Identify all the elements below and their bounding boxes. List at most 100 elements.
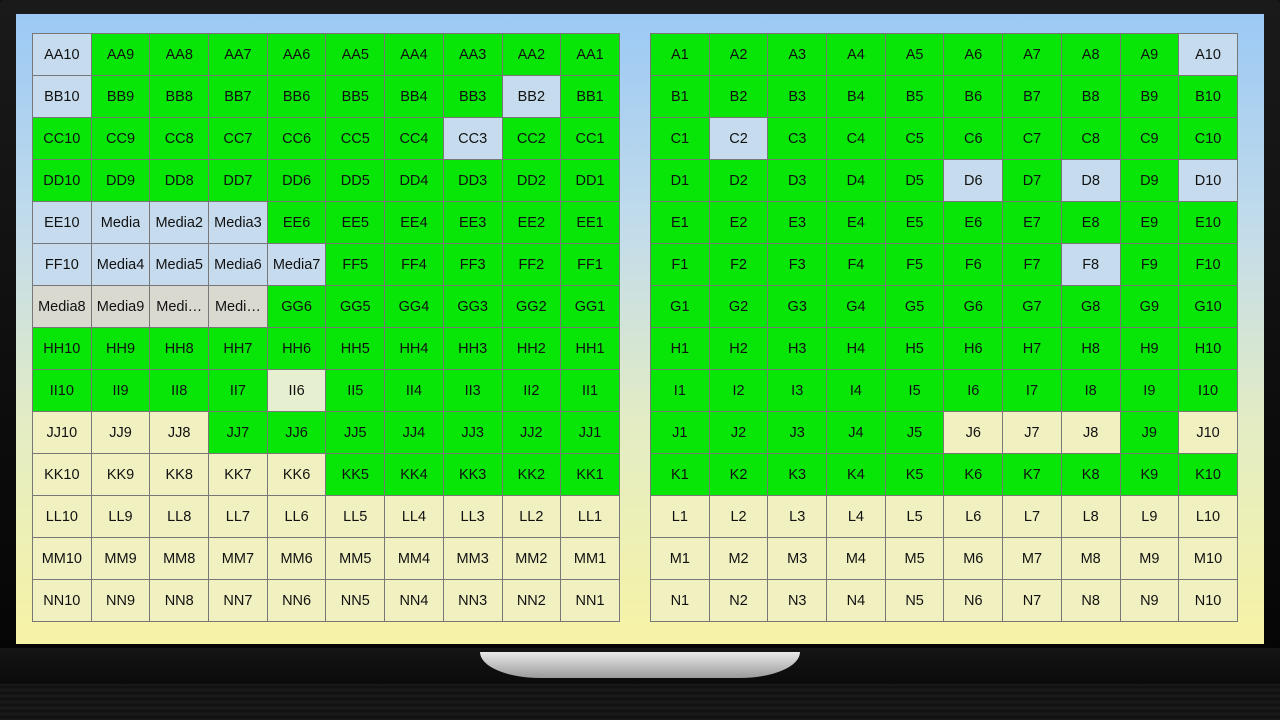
seat-cell[interactable]: M9 [1120, 538, 1180, 580]
seat-cell[interactable]: LL5 [326, 496, 386, 538]
seat-cell[interactable]: HH1 [561, 328, 620, 370]
seat-cell[interactable]: HH10 [33, 328, 92, 370]
seat-cell[interactable]: NN10 [33, 580, 92, 622]
seat-cell[interactable]: JJ3 [443, 412, 503, 454]
seat-cell[interactable]: MM6 [267, 538, 327, 580]
seat-cell[interactable]: LL6 [267, 496, 327, 538]
seat-cell[interactable]: CC3 [443, 118, 503, 160]
seat-cell[interactable]: KK9 [91, 454, 151, 496]
seat-cell[interactable]: E5 [885, 202, 945, 244]
seat-cell[interactable]: E1 [651, 202, 710, 244]
seat-cell[interactable]: I5 [885, 370, 945, 412]
seat-cell[interactable]: D9 [1120, 160, 1180, 202]
seat-cell[interactable]: HH3 [443, 328, 503, 370]
seat-cell[interactable]: A2 [709, 34, 769, 76]
seat-cell[interactable]: F5 [885, 244, 945, 286]
seat-cell[interactable]: K2 [709, 454, 769, 496]
seat-cell[interactable]: II1 [561, 370, 620, 412]
seat-cell[interactable]: F3 [768, 244, 828, 286]
seat-cell[interactable]: L1 [651, 496, 710, 538]
seat-cell[interactable]: B4 [827, 76, 886, 118]
seat-cell[interactable]: AA7 [209, 34, 268, 76]
seat-cell[interactable]: I1 [651, 370, 710, 412]
seat-cell[interactable]: G4 [827, 286, 886, 328]
seat-cell[interactable]: EE10 [33, 202, 92, 244]
seat-cell[interactable]: NN3 [443, 580, 503, 622]
seat-cell[interactable]: BB2 [502, 76, 562, 118]
seat-cell[interactable]: CC4 [385, 118, 444, 160]
seat-cell[interactable]: D8 [1061, 160, 1121, 202]
seat-cell[interactable]: LL9 [91, 496, 151, 538]
seat-cell[interactable]: K10 [1179, 454, 1238, 496]
seat-cell[interactable]: I6 [944, 370, 1004, 412]
seat-cell[interactable]: MM9 [91, 538, 151, 580]
seat-cell[interactable]: E6 [944, 202, 1004, 244]
seat-cell[interactable]: JJ8 [150, 412, 210, 454]
seat-cell[interactable]: LL1 [561, 496, 620, 538]
seat-cell[interactable]: DD5 [326, 160, 386, 202]
seat-cell[interactable]: HH8 [150, 328, 210, 370]
seat-cell[interactable]: I8 [1061, 370, 1121, 412]
seat-cell[interactable]: A4 [827, 34, 886, 76]
seat-cell[interactable]: J6 [944, 412, 1004, 454]
seat-cell[interactable]: F9 [1120, 244, 1180, 286]
seat-cell[interactable]: GG1 [561, 286, 620, 328]
seat-cell[interactable]: H1 [651, 328, 710, 370]
seat-cell[interactable]: MM3 [443, 538, 503, 580]
seat-cell[interactable]: A6 [944, 34, 1004, 76]
seat-cell[interactable]: EE3 [443, 202, 503, 244]
seat-cell[interactable]: II4 [385, 370, 444, 412]
seat-cell[interactable]: KK7 [209, 454, 268, 496]
seat-cell[interactable]: E10 [1179, 202, 1238, 244]
seat-cell[interactable]: C4 [827, 118, 886, 160]
seat-cell[interactable]: K6 [944, 454, 1004, 496]
seat-cell[interactable]: F6 [944, 244, 1004, 286]
seat-cell[interactable]: GG2 [502, 286, 562, 328]
seat-cell[interactable]: B2 [709, 76, 769, 118]
seat-cell[interactable]: L8 [1061, 496, 1121, 538]
seat-cell[interactable]: Media3 [209, 202, 268, 244]
seat-cell[interactable]: LL8 [150, 496, 210, 538]
seat-cell[interactable]: EE2 [502, 202, 562, 244]
seat-cell[interactable]: N4 [827, 580, 886, 622]
seat-cell[interactable]: MM7 [209, 538, 268, 580]
seat-cell[interactable]: Media7 [267, 244, 327, 286]
seat-cell[interactable]: EE6 [267, 202, 327, 244]
seat-cell[interactable]: Media9 [91, 286, 151, 328]
seat-cell[interactable]: C6 [944, 118, 1004, 160]
seat-cell[interactable]: LL7 [209, 496, 268, 538]
seat-cell[interactable]: NN8 [150, 580, 210, 622]
seat-cell[interactable]: F2 [709, 244, 769, 286]
seat-cell[interactable]: A7 [1003, 34, 1062, 76]
seat-cell[interactable]: D4 [827, 160, 886, 202]
seat-cell[interactable]: E3 [768, 202, 828, 244]
seat-cell[interactable]: CC9 [91, 118, 151, 160]
seat-cell[interactable]: J3 [768, 412, 828, 454]
seat-cell[interactable]: FF5 [326, 244, 386, 286]
seat-cell[interactable]: BB6 [267, 76, 327, 118]
seat-cell[interactable]: C7 [1003, 118, 1062, 160]
seat-cell[interactable]: D3 [768, 160, 828, 202]
seat-cell[interactable]: I9 [1120, 370, 1180, 412]
seat-cell[interactable]: H5 [885, 328, 945, 370]
seat-cell[interactable]: KK8 [150, 454, 210, 496]
seat-cell[interactable]: C3 [768, 118, 828, 160]
seat-cell[interactable]: MM4 [385, 538, 444, 580]
seat-cell[interactable]: B6 [944, 76, 1004, 118]
seat-cell[interactable]: DD9 [91, 160, 151, 202]
seat-cell[interactable]: LL2 [502, 496, 562, 538]
seat-cell[interactable]: JJ9 [91, 412, 151, 454]
seat-cell[interactable]: E9 [1120, 202, 1180, 244]
seat-cell[interactable]: DD4 [385, 160, 444, 202]
seat-cell[interactable]: Medi… [150, 286, 210, 328]
seat-cell[interactable]: HH9 [91, 328, 151, 370]
seat-cell[interactable]: C5 [885, 118, 945, 160]
seat-cell[interactable]: I10 [1179, 370, 1238, 412]
seat-cell[interactable]: HH4 [385, 328, 444, 370]
seat-cell[interactable]: AA9 [91, 34, 151, 76]
seat-cell[interactable]: G3 [768, 286, 828, 328]
seat-cell[interactable]: JJ4 [385, 412, 444, 454]
seat-cell[interactable]: HH6 [267, 328, 327, 370]
seat-cell[interactable]: II10 [33, 370, 92, 412]
seat-cell[interactable]: BB3 [443, 76, 503, 118]
